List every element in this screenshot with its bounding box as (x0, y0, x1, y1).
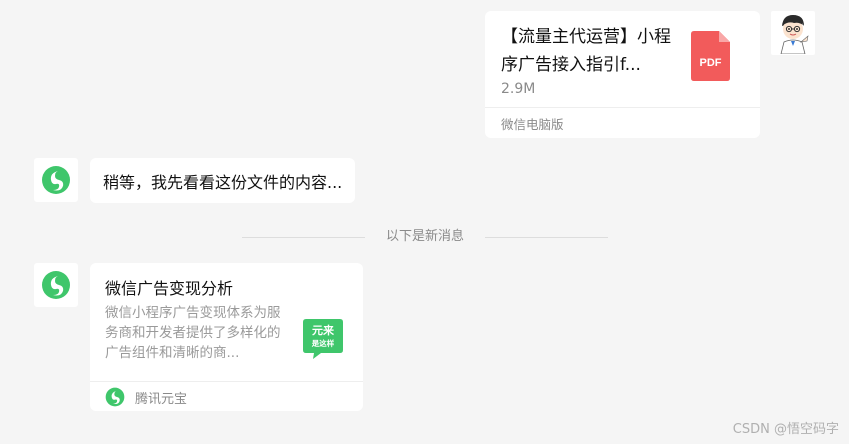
thumb-line2: 是这样 (311, 338, 335, 348)
file-card-divider (485, 107, 760, 108)
thumb-line1: 元来 (312, 323, 335, 337)
yuanbao-logo-icon (42, 166, 70, 194)
yuanbao-logo-icon (42, 271, 70, 299)
new-messages-divider: 以下是新消息 (242, 227, 608, 247)
assistant-reply-bubble[interactable]: 稍等，我先看看这份文件的内容... (90, 158, 356, 203)
watermark: CSDN @悟空码字 (732, 422, 839, 437)
yuanbao-logo-icon (105, 387, 125, 407)
assistant-avatar[interactable] (34, 263, 78, 307)
share-source: 腾讯元宝 (135, 392, 188, 407)
share-description: 微信小程序广告变现体系为服务商和开发者提供了多样化的广告组件和清晰的商... (105, 305, 281, 361)
file-source: 微信电脑版 (501, 117, 564, 132)
shared-article-card[interactable]: 微信广告变现分析 微信小程序广告变现体系为服务商和开发者提供了多样化的广告组件和… (90, 263, 363, 411)
file-message-card[interactable]: 【流量主代运营】小程序广告接入指引f... 2.9M PDF 微信电脑版 (485, 11, 760, 138)
assistant-avatar[interactable] (34, 158, 78, 202)
cartoon-person-icon (780, 15, 809, 54)
user-avatar[interactable] (771, 11, 815, 55)
pdf-icon-label: PDF (700, 57, 722, 69)
share-title: 微信广告变现分析 (105, 279, 234, 298)
file-size: 2.9M (501, 81, 536, 97)
share-thumbnail-icon: 元来 是这样 (303, 319, 343, 359)
new-messages-label: 以下是新消息 (385, 229, 464, 244)
pdf-file-icon: PDF (691, 31, 730, 81)
file-title: 【流量主代运营】小程序广告接入指引f... (501, 27, 671, 75)
share-card-divider (90, 381, 363, 382)
